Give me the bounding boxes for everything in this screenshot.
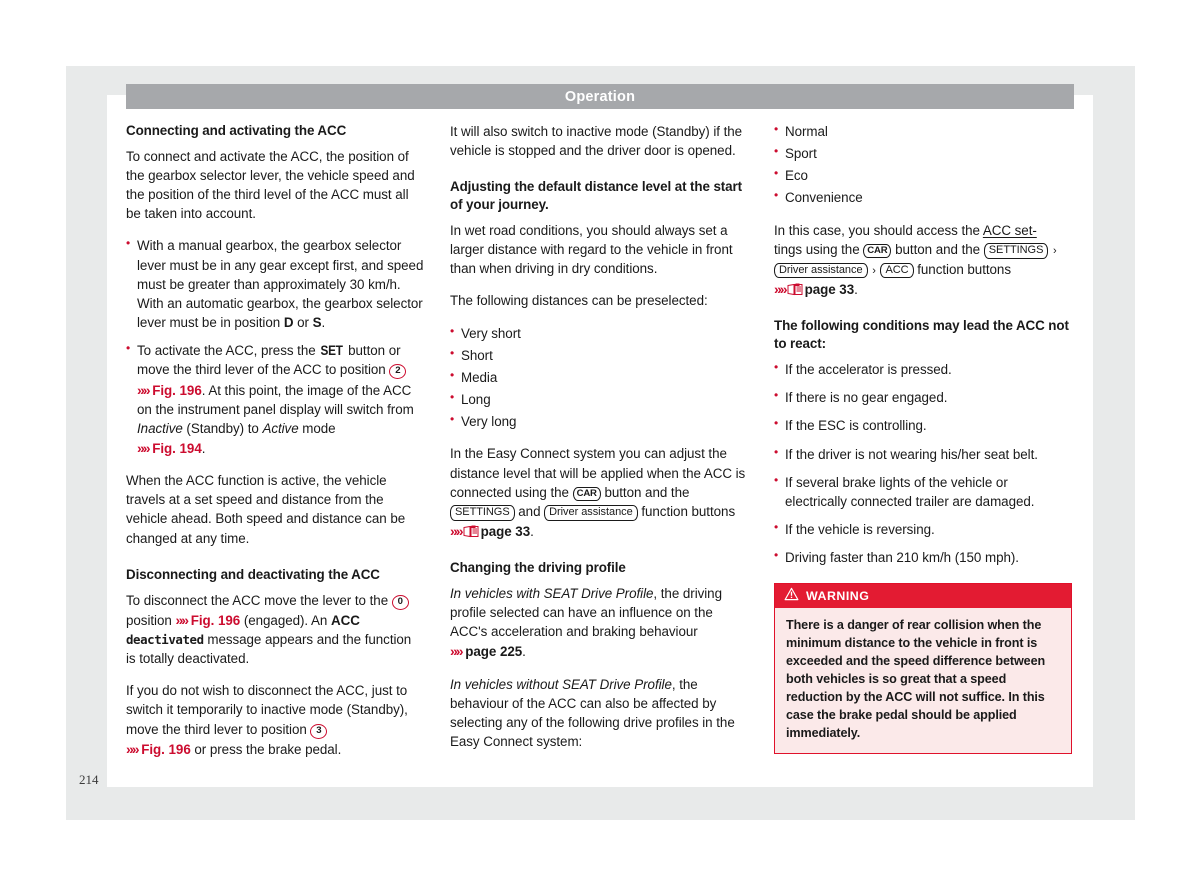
list-no-react-conditions: If the accelerator is pressed. If there … — [774, 359, 1072, 567]
page-columns: Connecting and activating the ACC To con… — [126, 121, 1074, 777]
list-item-activate-acc: To activate the ACC, press the SET butto… — [126, 340, 424, 458]
crossref-fig-196-c[interactable]: Fig. 196 — [141, 742, 191, 757]
lever-position-marker-0: 0 — [391, 594, 409, 610]
book-reference-icon — [787, 282, 804, 296]
list-item-condition-speed: Driving faster than 210 km/h (150 mph). — [774, 547, 1072, 567]
page-reference-33-col2[interactable]: page 33 — [481, 524, 531, 539]
list-item-distance-short: Short — [450, 345, 748, 365]
page-number: 214 — [79, 772, 99, 787]
paragraph-wet-road-distance: In wet road conditions, you should alway… — [450, 222, 733, 277]
car-function-button[interactable]: CAR — [863, 243, 892, 259]
without-seat-drive-profile-label: In vehicles without SEAT Drive Profile — [450, 676, 672, 692]
paragraph-disconnect-acc: To disconnect the ACC move the lever to … — [126, 592, 412, 667]
heading-conditions-acc-not-react: The following conditions may lead the AC… — [774, 318, 1069, 352]
settings-function-button[interactable]: SETTINGS — [450, 504, 515, 521]
page-reference-33-col3[interactable]: page 33 — [805, 282, 855, 297]
list-item-condition-brake-lights: If several brake lights of the vehicle o… — [774, 472, 1072, 511]
running-head: Operation — [126, 84, 1074, 109]
message-acc-label: ACC — [330, 612, 360, 628]
list-drive-profiles: Normal Sport Eco Convenience — [774, 121, 1072, 208]
lever-position-marker-3: 3 — [310, 723, 328, 739]
crossref-arrow-icon: »» — [450, 643, 464, 660]
crossref-fig-196-a[interactable]: Fig. 196 — [152, 383, 202, 398]
running-head-label: Operation — [564, 88, 636, 105]
column-1: Connecting and activating the ACC To con… — [126, 122, 424, 777]
paragraph-acc-active-behaviour: When the ACC function is active, the veh… — [126, 473, 406, 546]
column-2: It will also switch to inactive mode (St… — [450, 122, 748, 777]
list-item-profile-convenience: Convenience — [774, 187, 1072, 207]
paragraph-connect-conditions: To connect and activate the ACC, the pos… — [126, 148, 415, 222]
acc-settings-underlined: ACC set- — [982, 222, 1037, 238]
crossref-arrow-icon: »» — [774, 281, 788, 298]
heading-changing-driving-profile: Changing the driving profile — [450, 560, 626, 576]
paragraph-with-drive-profile: In vehicles with SEAT Drive Profile, the… — [450, 585, 722, 660]
list-distance-levels: Very short Short Media Long Very long — [450, 323, 748, 432]
driver-assistance-function-button[interactable]: Driver assistance — [544, 504, 638, 521]
acc-function-button[interactable]: ACC — [880, 262, 914, 279]
crossref-arrow-icon: »» — [137, 440, 151, 457]
heading-disconnecting-deactivating-acc: Disconnecting and deactivating the ACC — [126, 566, 380, 582]
gear-position-s: S — [312, 315, 322, 331]
settings-function-button[interactable]: SETTINGS — [983, 242, 1049, 259]
crossref-fig-194[interactable]: Fig. 194 — [152, 441, 202, 456]
warning-box: WARNING There is a danger of rear collis… — [774, 583, 1072, 755]
mode-active: Active — [262, 420, 299, 436]
breadcrumb-separator-icon: › — [1053, 244, 1057, 257]
crossref-arrow-icon: »» — [126, 740, 140, 757]
list-item-distance-media: Media — [450, 367, 748, 387]
list-item-condition-esc: If the ESC is controlling. — [774, 415, 1072, 435]
paragraph-access-acc-settings: In this case, you should access the ACC … — [774, 222, 1057, 298]
message-deactivated-label: deactivated — [126, 631, 204, 647]
list-item-profile-normal: Normal — [774, 121, 1072, 141]
heading-connecting-activating-acc: Connecting and activating the ACC — [126, 123, 347, 138]
crossref-arrow-icon: »» — [450, 523, 464, 539]
car-function-button[interactable]: CAR — [572, 486, 601, 501]
paragraph-easy-connect-distance: In the Easy Connect system you can adjus… — [450, 446, 746, 539]
list-item-profile-sport: Sport — [774, 143, 1072, 163]
warning-title: WARNING — [806, 589, 870, 604]
list-item-condition-seat-belt: If the driver is not wearing his/her sea… — [774, 443, 1072, 464]
document-viewer: Operation 214 Connecting and activating … — [0, 0, 1200, 884]
list-item-distance-long: Long — [450, 389, 748, 409]
list-item-manual-gearbox: With a manual gearbox, the gearbox selec… — [126, 235, 424, 332]
driver-assistance-function-button[interactable]: Driver assistance — [774, 262, 868, 279]
list-item-distance-very-long: Very long — [450, 411, 748, 431]
column-3: Normal Sport Eco Convenience In this cas… — [774, 121, 1072, 777]
warning-triangle-icon — [784, 587, 799, 606]
crossref-fig-196-b[interactable]: Fig. 196 — [191, 613, 241, 628]
list-activation-conditions: With a manual gearbox, the gearbox selec… — [126, 235, 424, 458]
warning-body: There is a danger of rear collision when… — [786, 618, 1046, 740]
crossref-arrow-icon: »» — [137, 381, 151, 398]
mode-inactive: Inactive — [137, 420, 183, 436]
paragraph-without-drive-profile: In vehicles without SEAT Drive Profile, … — [450, 676, 735, 750]
paragraph-standby-door-open: It will also switch to inactive mode (St… — [450, 124, 743, 159]
book-reference-icon — [463, 524, 480, 538]
list-item-condition-reversing: If the vehicle is reversing. — [774, 519, 1072, 539]
heading-adjusting-default-distance: Adjusting the default distance level at … — [450, 179, 742, 213]
list-item-condition-accelerator: If the accelerator is pressed. — [774, 359, 1072, 379]
paragraph-preselect-intro: The following distances can be preselect… — [450, 293, 708, 309]
set-button-key: SET — [320, 343, 343, 359]
breadcrumb-separator-icon: › — [872, 264, 876, 277]
crossref-arrow-icon: »» — [175, 611, 189, 628]
list-item-condition-no-gear: If there is no gear engaged. — [774, 387, 1072, 407]
paragraph-standby-mode: If you do not wish to disconnect the ACC… — [126, 683, 408, 757]
warning-header: WARNING — [775, 584, 1071, 609]
lever-position-marker-2: 2 — [389, 364, 407, 380]
with-seat-drive-profile-label: In vehicles with SEAT Drive Profile — [450, 585, 654, 601]
list-item-distance-very-short: Very short — [450, 323, 748, 343]
page-reference-225[interactable]: page 225 — [465, 644, 522, 659]
gear-position-d: D — [283, 315, 294, 331]
list-item-profile-eco: Eco — [774, 165, 1072, 185]
